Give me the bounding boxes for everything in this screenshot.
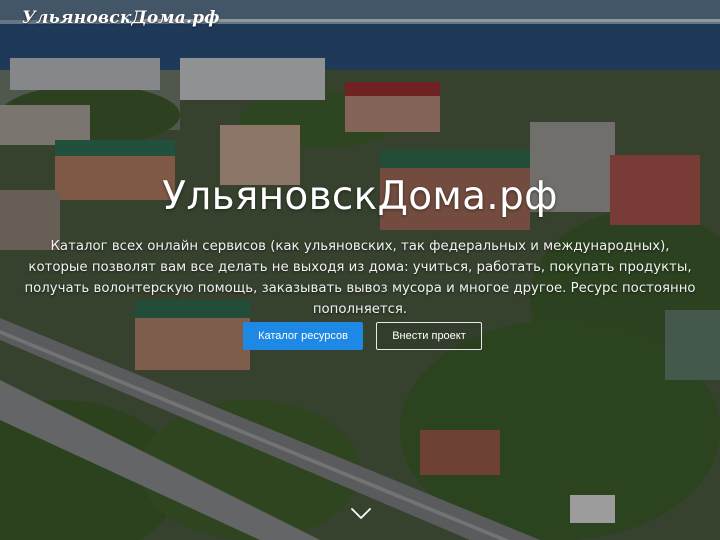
chevron-down-icon[interactable] — [350, 507, 372, 526]
site-logo[interactable]: УльяновскДома.рф — [22, 8, 220, 28]
hero-description: Каталог всех онлайн сервисов (как ульяно… — [24, 239, 696, 317]
page-title: УльяновскДома.рф — [162, 174, 558, 219]
catalog-button[interactable]: Каталог ресурсов — [243, 322, 363, 350]
submit-project-button[interactable]: Внести проект — [376, 322, 482, 350]
